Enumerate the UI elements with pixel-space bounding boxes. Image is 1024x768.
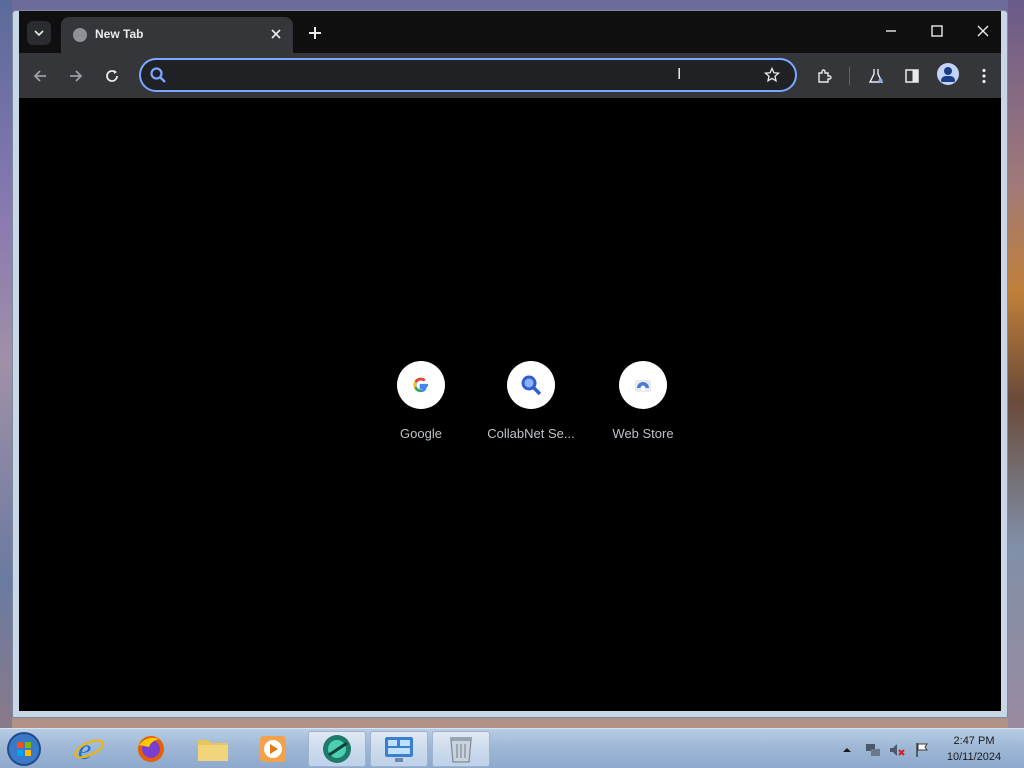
address-input[interactable] (173, 66, 733, 84)
shortcut-label: Web Store (612, 426, 674, 441)
chevron-up-icon[interactable] (842, 745, 852, 755)
maximize-icon (931, 25, 943, 37)
browser-toolbar: I (19, 53, 1001, 98)
taskbar-firefox[interactable] (122, 731, 180, 767)
ie-icon: e (74, 733, 104, 766)
menu-button[interactable] (971, 63, 997, 89)
tab-search-button[interactable] (27, 21, 51, 45)
globe-icon (73, 28, 87, 42)
more-vertical-icon (982, 68, 986, 84)
volume-muted-icon[interactable] (888, 741, 906, 759)
shortcut-collabnet[interactable]: CollabNet Se... (475, 361, 587, 451)
taskbar-control-panel[interactable] (370, 731, 428, 767)
network-icon[interactable] (864, 741, 882, 759)
minimize-icon (886, 30, 896, 32)
firefox-icon (138, 736, 164, 762)
control-panel-icon (385, 737, 413, 762)
maximize-button[interactable] (917, 19, 957, 43)
taskbar-media-player[interactable] (244, 731, 302, 767)
browser-frame: New Tab I Google CollabNet Se... Web Sto… (19, 11, 1001, 711)
clock-date: 10/11/2024 (946, 751, 1002, 763)
svg-text:e: e (78, 733, 91, 766)
reload-icon (106, 70, 118, 82)
minimize-button[interactable] (871, 19, 911, 43)
action-center-flag-icon[interactable] (914, 741, 930, 759)
extensions-button[interactable] (811, 63, 837, 89)
start-button[interactable] (6, 731, 46, 767)
reload-button[interactable] (99, 63, 125, 89)
desktop-wallpaper-left (0, 0, 12, 728)
taskbar-ie[interactable]: e (60, 731, 118, 767)
plus-icon (309, 27, 321, 39)
side-panel-icon (905, 69, 919, 83)
tab-new-tab[interactable]: New Tab (61, 17, 293, 53)
toolbar-divider (849, 67, 850, 85)
close-window-button[interactable] (963, 19, 1003, 43)
star-icon (763, 66, 781, 83)
shortcut-tile (397, 361, 445, 409)
labs-button[interactable] (863, 63, 889, 89)
clock[interactable]: 2:47 PM 10/11/2024 (936, 733, 1012, 765)
taskbar-recycle-bin[interactable] (432, 731, 490, 767)
new-tab-button[interactable] (303, 21, 327, 45)
tab-strip: New Tab (19, 11, 1001, 53)
windows-logo-icon (7, 732, 41, 766)
desktop-wallpaper-right (1008, 0, 1024, 728)
browser-window: New Tab I Google CollabNet Se... Web Sto… (12, 10, 1008, 718)
new-tab-page: Google CollabNet Se... Web Store (19, 98, 1001, 711)
shortcut-tile (507, 361, 555, 409)
folder-icon (198, 740, 228, 761)
forward-button[interactable] (63, 63, 89, 89)
puzzle-icon (818, 69, 832, 83)
web-store-icon (635, 380, 651, 392)
google-icon (413, 377, 428, 393)
tab-title: New Tab (95, 27, 144, 41)
side-panel-button[interactable] (899, 63, 925, 89)
back-button[interactable] (27, 63, 53, 89)
flask-icon (868, 69, 884, 83)
text-cursor-icon: I (677, 66, 682, 83)
bookmark-star-button[interactable] (761, 64, 783, 86)
close-icon (977, 25, 989, 37)
shortcut-tile (619, 361, 667, 409)
browser-icon (323, 735, 351, 763)
shortcut-label: CollabNet Se... (487, 426, 575, 441)
shortcut-label: Google (400, 426, 442, 441)
tab-close-button[interactable] (267, 25, 285, 43)
chevron-down-icon (34, 30, 44, 37)
taskbar-file-explorer[interactable] (184, 731, 242, 767)
taskbar: e 2:47 PM 10/11/2024 (0, 728, 1024, 768)
profile-avatar[interactable] (937, 63, 959, 85)
arrow-left-icon (33, 70, 46, 82)
taskbar-browser[interactable] (308, 731, 366, 767)
search-icon (521, 375, 542, 396)
arrow-right-icon (70, 70, 83, 82)
play-icon (260, 736, 286, 762)
search-icon (150, 67, 166, 83)
shortcut-google[interactable]: Google (365, 361, 477, 451)
shortcut-web-store[interactable]: Web Store (587, 361, 699, 451)
shortcuts-grid: Google CollabNet Se... Web Store (365, 361, 674, 451)
recycle-bin-icon (450, 737, 472, 763)
close-icon (271, 29, 281, 39)
address-bar[interactable]: I (139, 58, 797, 92)
clock-time: 2:47 PM (953, 735, 995, 747)
